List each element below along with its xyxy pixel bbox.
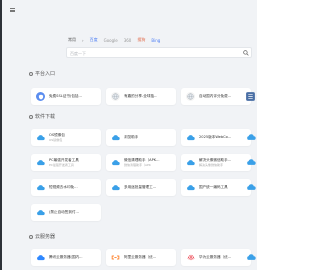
aliyun-icon xyxy=(111,253,120,262)
section-label: 云服务器 xyxy=(35,234,56,240)
cloud-icon[interactable] xyxy=(246,253,256,261)
huawei-icon xyxy=(186,253,195,262)
cloud-icon xyxy=(36,183,45,192)
cloud-icon xyxy=(186,183,195,192)
cloud-icon xyxy=(186,133,195,142)
shield-icon xyxy=(36,92,45,101)
section-label: 软件下载 xyxy=(35,114,56,120)
search-panel: 常用 › 百度 Google 360 搜狗 Bing xyxy=(60,33,258,62)
card-title: 免费SSL证书(包括... xyxy=(49,94,82,99)
engine-tab-google[interactable]: Google xyxy=(104,38,118,43)
card-subtitle: 解决头像微信助手 xyxy=(199,162,224,167)
circle-icon xyxy=(29,114,33,119)
circle-icon xyxy=(29,234,33,239)
card-title: 华为云服务器（优... xyxy=(199,255,232,260)
cloud-icon xyxy=(111,133,120,142)
cloud-icon xyxy=(186,158,195,167)
card-title: 自动国内评分免费... xyxy=(199,94,232,99)
cloud-icon xyxy=(111,158,120,167)
section-title-software: 软件下载 xyxy=(29,113,55,120)
cloud-icon xyxy=(36,133,45,142)
cloud-icon xyxy=(36,208,45,217)
app-page: 常用 › 百度 Google 360 搜狗 Bing 平台入口 xyxy=(0,0,257,270)
top-bar xyxy=(2,0,257,20)
section-label: 平台入口 xyxy=(35,71,56,77)
engine-tab-bing[interactable]: Bing xyxy=(151,38,160,43)
globe-icon xyxy=(186,92,195,101)
card-subtitle: OS镜像包 xyxy=(49,137,63,142)
card-title: (禁止自动签到付... xyxy=(49,210,79,215)
cloud-icon xyxy=(36,158,45,167)
site-card[interactable]: 有趣的分享-全球独... xyxy=(106,88,176,105)
site-card[interactable]: 浏览助手 xyxy=(106,129,176,146)
card-title: 多用途批量管理工... xyxy=(124,185,157,190)
cloud-icon[interactable] xyxy=(246,133,256,141)
site-card[interactable]: 国产统一编码工具 xyxy=(181,179,251,196)
engine-group-label[interactable]: 常用 xyxy=(68,37,76,43)
chevron-right-icon: › xyxy=(82,37,84,43)
cloud-icon[interactable] xyxy=(246,183,256,191)
site-card[interactable]: 华为云服务器（优... xyxy=(181,249,251,266)
site-card[interactable]: PC最强开发者工具 PC最强开发者工具 xyxy=(31,154,101,171)
card-title: 有趣的分享-全球独... xyxy=(124,94,158,99)
site-card[interactable]: 2025版本WebCo... xyxy=(181,129,251,146)
card-title: 国产统一编码工具 xyxy=(199,185,228,190)
section-title-platform: 平台入口 xyxy=(29,70,55,77)
tencent-cloud-icon xyxy=(36,253,45,262)
hamburger-icon[interactable] xyxy=(10,8,15,12)
site-card[interactable]: 解决头像微信助手... 解决头像微信助手 xyxy=(181,154,251,171)
site-card[interactable]: 自动国内评分免费... xyxy=(181,88,251,105)
grid-icon[interactable] xyxy=(245,91,256,102)
site-card[interactable]: OS镜像包 OS镜像包 xyxy=(31,129,101,146)
site-card[interactable]: (禁止自动签到付... xyxy=(31,204,101,221)
site-card[interactable]: 微信清理助手（APK... 微信清理助手（APK xyxy=(106,154,176,171)
globe-icon xyxy=(111,92,120,101)
site-card[interactable]: 腾讯云服务器(国内... xyxy=(31,249,101,266)
search-icon[interactable] xyxy=(243,50,249,56)
card-subtitle: PC最强开发者工具 xyxy=(49,162,74,167)
engine-tab-sogou[interactable]: 搜狗 xyxy=(137,37,145,43)
card-subtitle: 微信清理助手（APK xyxy=(124,162,151,167)
section-title-cloud-servers: 云服务器 xyxy=(29,233,55,240)
engine-tabs: 常用 › 百度 Google 360 搜狗 Bing xyxy=(68,37,160,43)
site-card[interactable]: 免费SSL证书(包括... xyxy=(31,88,101,105)
site-card[interactable]: 多用途批量管理工... xyxy=(106,179,176,196)
search-input[interactable] xyxy=(70,50,235,56)
site-card[interactable]: 阿里云服务器（优... xyxy=(106,249,176,266)
circle-icon xyxy=(29,71,33,76)
card-title: 2025版本WebCo... xyxy=(199,135,232,140)
card-title: 短视频去水印免... xyxy=(49,185,78,190)
cloud-icon[interactable] xyxy=(246,158,256,166)
cloud-icon xyxy=(111,183,120,192)
site-card[interactable]: 短视频去水印免... xyxy=(31,179,101,196)
engine-tab-baidu[interactable]: 百度 xyxy=(90,37,98,43)
search-box xyxy=(66,47,252,58)
card-title: 腾讯云服务器(国内... xyxy=(49,255,83,260)
main-content: 常用 › 百度 Google 360 搜狗 Bing 平台入口 xyxy=(2,0,257,270)
card-title: 浏览助手 xyxy=(124,135,139,140)
engine-tab-360[interactable]: 360 xyxy=(124,38,132,43)
card-title: 阿里云服务器（优... xyxy=(124,255,157,260)
